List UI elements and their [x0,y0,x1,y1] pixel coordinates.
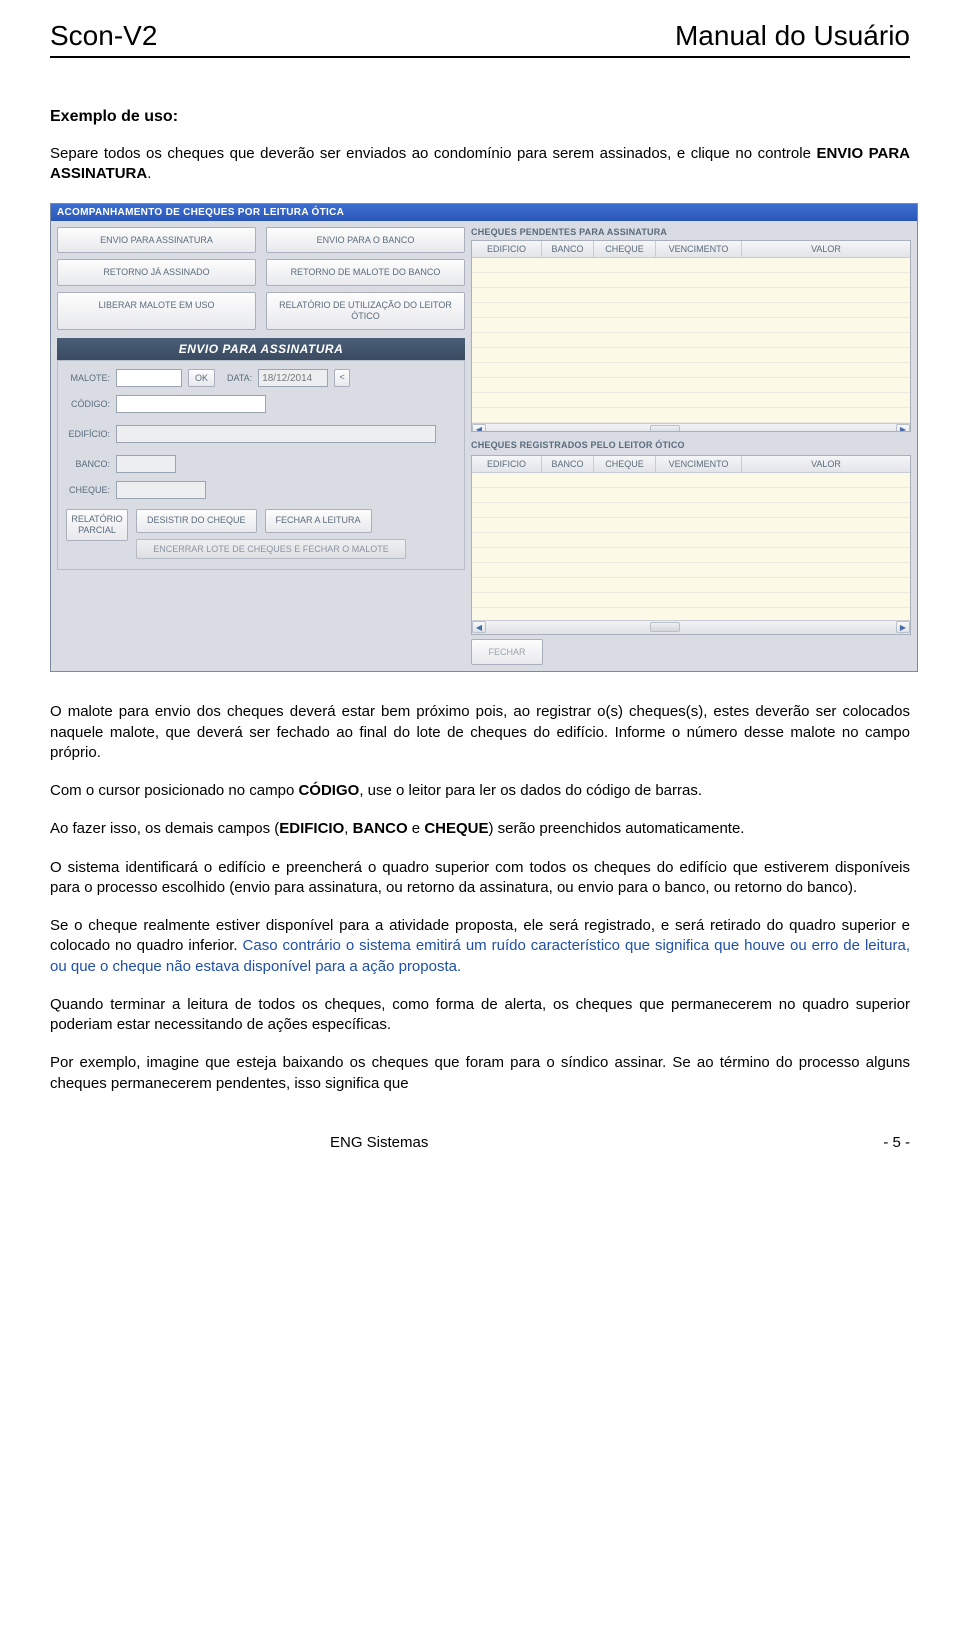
pending-title: CHEQUES PENDENTES PARA ASSINATURA [471,227,911,237]
intro-paragraph: Separe todos os cheques que deverão ser … [50,144,910,185]
header-left: Scon-V2 [50,20,157,52]
doc-footer: ENG Sistemas - 5 - [50,1134,910,1151]
scroll-left-icon[interactable]: ◀ [472,621,486,633]
left-pane: ENVIO PARA ASSINATURA ENVIO PARA O BANCO… [51,221,471,672]
scroll-right-icon[interactable]: ▶ [896,424,910,432]
registered-hscroll[interactable]: ◀ ▶ [472,620,910,634]
retorno-assinado-button[interactable]: RETORNO JÁ ASSINADO [57,259,256,286]
col-valor[interactable]: VALOR [742,456,910,472]
envio-banco-button[interactable]: ENVIO PARA O BANCO [266,227,465,254]
col-edificio[interactable]: EDIFICIO [472,241,542,257]
body-p6: Quando terminar a leitura de todos os ch… [50,995,910,1036]
pending-grid-header: EDIFICIO BANCO CHEQUE VENCIMENTO VALOR [472,241,910,258]
codigo-label: CÓDIGO: [66,399,110,409]
body-p1: O malote para envio dos cheques deverá e… [50,702,910,763]
pending-grid-body [472,258,910,423]
relatorio-leitor-button[interactable]: RELATÓRIO DE UTILIZAÇÃO DO LEITOR ÓTICO [266,292,465,330]
header-right: Manual do Usuário [675,20,910,52]
encerrar-lote-button[interactable]: ENCERRAR LOTE DE CHEQUES E FECHAR O MALO… [136,539,406,559]
col-banco[interactable]: BANCO [542,456,594,472]
scroll-left-icon[interactable]: ◀ [472,424,486,432]
cheque-label: CHEQUE: [66,485,110,495]
scroll-right-icon[interactable]: ▶ [896,621,910,633]
registered-title: CHEQUES REGISTRADOS PELO LEITOR ÓTICO [471,440,911,450]
retorno-malote-button[interactable]: RETORNO DE MALOTE DO BANCO [266,259,465,286]
liberar-malote-button[interactable]: LIBERAR MALOTE EM USO [57,292,256,330]
footer-right: - 5 - [883,1134,910,1151]
scroll-thumb[interactable] [650,622,680,632]
body-p2: Com o cursor posicionado no campo CÓDIGO… [50,781,910,801]
col-banco[interactable]: BANCO [542,241,594,257]
body-p3: Ao fazer isso, os demais campos (EDIFICI… [50,819,910,839]
malote-label: MALOTE: [66,373,110,383]
banco-input[interactable] [116,455,176,473]
ok-button[interactable]: OK [188,369,215,388]
registered-grid-header: EDIFICIO BANCO CHEQUE VENCIMENTO VALOR [472,456,910,473]
data-label: DATA: [227,373,252,383]
data-input[interactable] [258,369,328,387]
app-titlebar: ACOMPANHAMENTO DE CHEQUES POR LEITURA ÓT… [51,204,917,221]
envio-panel: MALOTE: OK DATA: < CÓDIGO: EDIFÍCIO: BAN… [57,360,465,571]
desistir-cheque-button[interactable]: DESISTIR DO CHEQUE [136,509,257,533]
envio-assinatura-button[interactable]: ENVIO PARA ASSINATURA [57,227,256,254]
fechar-button[interactable]: FECHAR [471,639,543,666]
date-prev-button[interactable]: < [334,369,350,387]
edificio-input[interactable] [116,425,436,443]
body-p4: O sistema identificará o edifício e pree… [50,858,910,899]
col-cheque[interactable]: CHEQUE [594,241,656,257]
intro-text-c: . [147,165,151,182]
col-valor[interactable]: VALOR [742,241,910,257]
scroll-thumb[interactable] [650,425,680,432]
app-window: ACOMPANHAMENTO DE CHEQUES POR LEITURA ÓT… [50,203,918,673]
relatorio-parcial-button[interactable]: RELATÓRIO PARCIAL [66,509,128,541]
col-edificio[interactable]: EDIFICIO [472,456,542,472]
right-pane: CHEQUES PENDENTES PARA ASSINATURA EDIFIC… [471,221,917,672]
banco-label: BANCO: [66,459,110,469]
intro-text-a: Separe todos os cheques que deverão ser … [50,145,816,162]
col-vencimento[interactable]: VENCIMENTO [656,456,742,472]
body-p7: Por exemplo, imagine que esteja baixando… [50,1053,910,1094]
pending-grid: EDIFICIO BANCO CHEQUE VENCIMENTO VALOR ◀… [471,240,911,432]
edificio-label: EDIFÍCIO: [66,429,110,439]
col-cheque[interactable]: CHEQUE [594,456,656,472]
codigo-input[interactable] [116,395,266,413]
malote-input[interactable] [116,369,182,387]
pending-hscroll[interactable]: ◀ ▶ [472,423,910,432]
col-vencimento[interactable]: VENCIMENTO [656,241,742,257]
section-title: Exemplo de uso: [50,108,910,126]
fechar-leitura-button[interactable]: FECHAR A LEITURA [265,509,372,533]
registered-grid-body [472,473,910,620]
footer-left: ENG Sistemas [330,1134,428,1151]
registered-grid: EDIFICIO BANCO CHEQUE VENCIMENTO VALOR ◀… [471,455,911,635]
body-p5: Se o cheque realmente estiver disponível… [50,916,910,977]
cheque-input[interactable] [116,481,206,499]
sub-panel-title: ENVIO PARA ASSINATURA [57,338,465,360]
doc-header: Scon-V2 Manual do Usuário [50,20,910,58]
